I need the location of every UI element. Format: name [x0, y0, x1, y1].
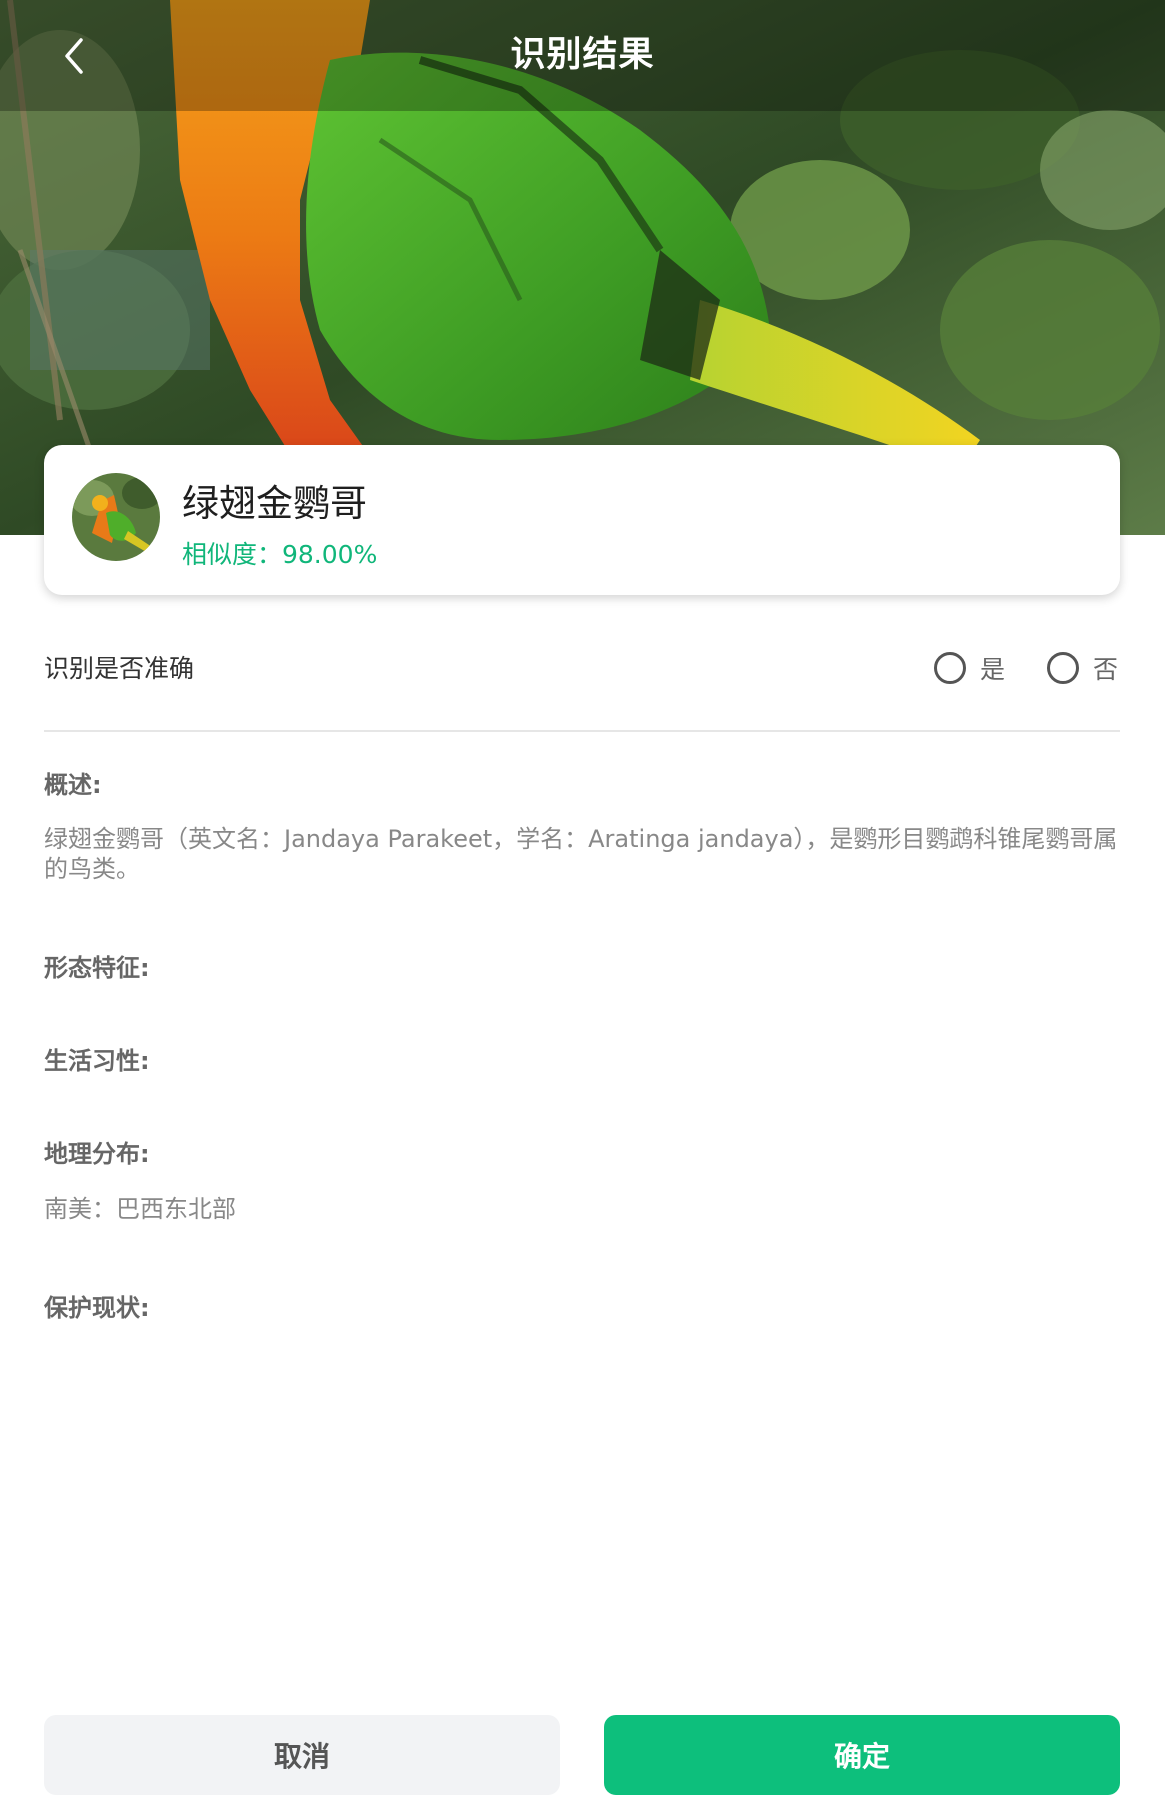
section-body-distribution: 南美：巴西东北部: [44, 1195, 236, 1223]
section-heading-habits: 生活习性:: [44, 1047, 150, 1075]
species-name: 绿翅金鹦哥: [182, 482, 367, 525]
divider: [44, 730, 1120, 732]
section-heading-conservation: 保护现状:: [44, 1294, 150, 1322]
radio-option-yes[interactable]: 是: [934, 649, 1005, 687]
section-body-overview: 绿翅金鹦哥（英文名：Jandaya Parakeet，学名：Aratinga j…: [44, 825, 1118, 883]
radio-circle-icon: [1047, 652, 1079, 684]
accuracy-label: 识别是否准确: [44, 654, 195, 683]
radio-option-no[interactable]: 否: [1047, 649, 1118, 687]
species-thumbnail: [72, 473, 160, 561]
section-heading-distribution: 地理分布:: [44, 1140, 150, 1168]
accuracy-feedback-row: 识别是否准确 是 否: [44, 633, 1120, 703]
radio-label-no: 否: [1093, 655, 1119, 684]
cancel-button[interactable]: 取消: [44, 1715, 560, 1795]
result-card: 绿翅金鹦哥 相似度：98.00%: [44, 445, 1120, 595]
section-heading-overview: 概述:: [44, 771, 102, 799]
section-heading-morphology: 形态特征:: [44, 954, 150, 982]
page-title: 识别结果: [510, 35, 655, 75]
similarity-score: 相似度：98.00%: [182, 540, 378, 569]
radio-circle-icon: [934, 652, 966, 684]
confirm-button[interactable]: 确定: [604, 1715, 1120, 1795]
radio-label-yes: 是: [980, 655, 1006, 684]
